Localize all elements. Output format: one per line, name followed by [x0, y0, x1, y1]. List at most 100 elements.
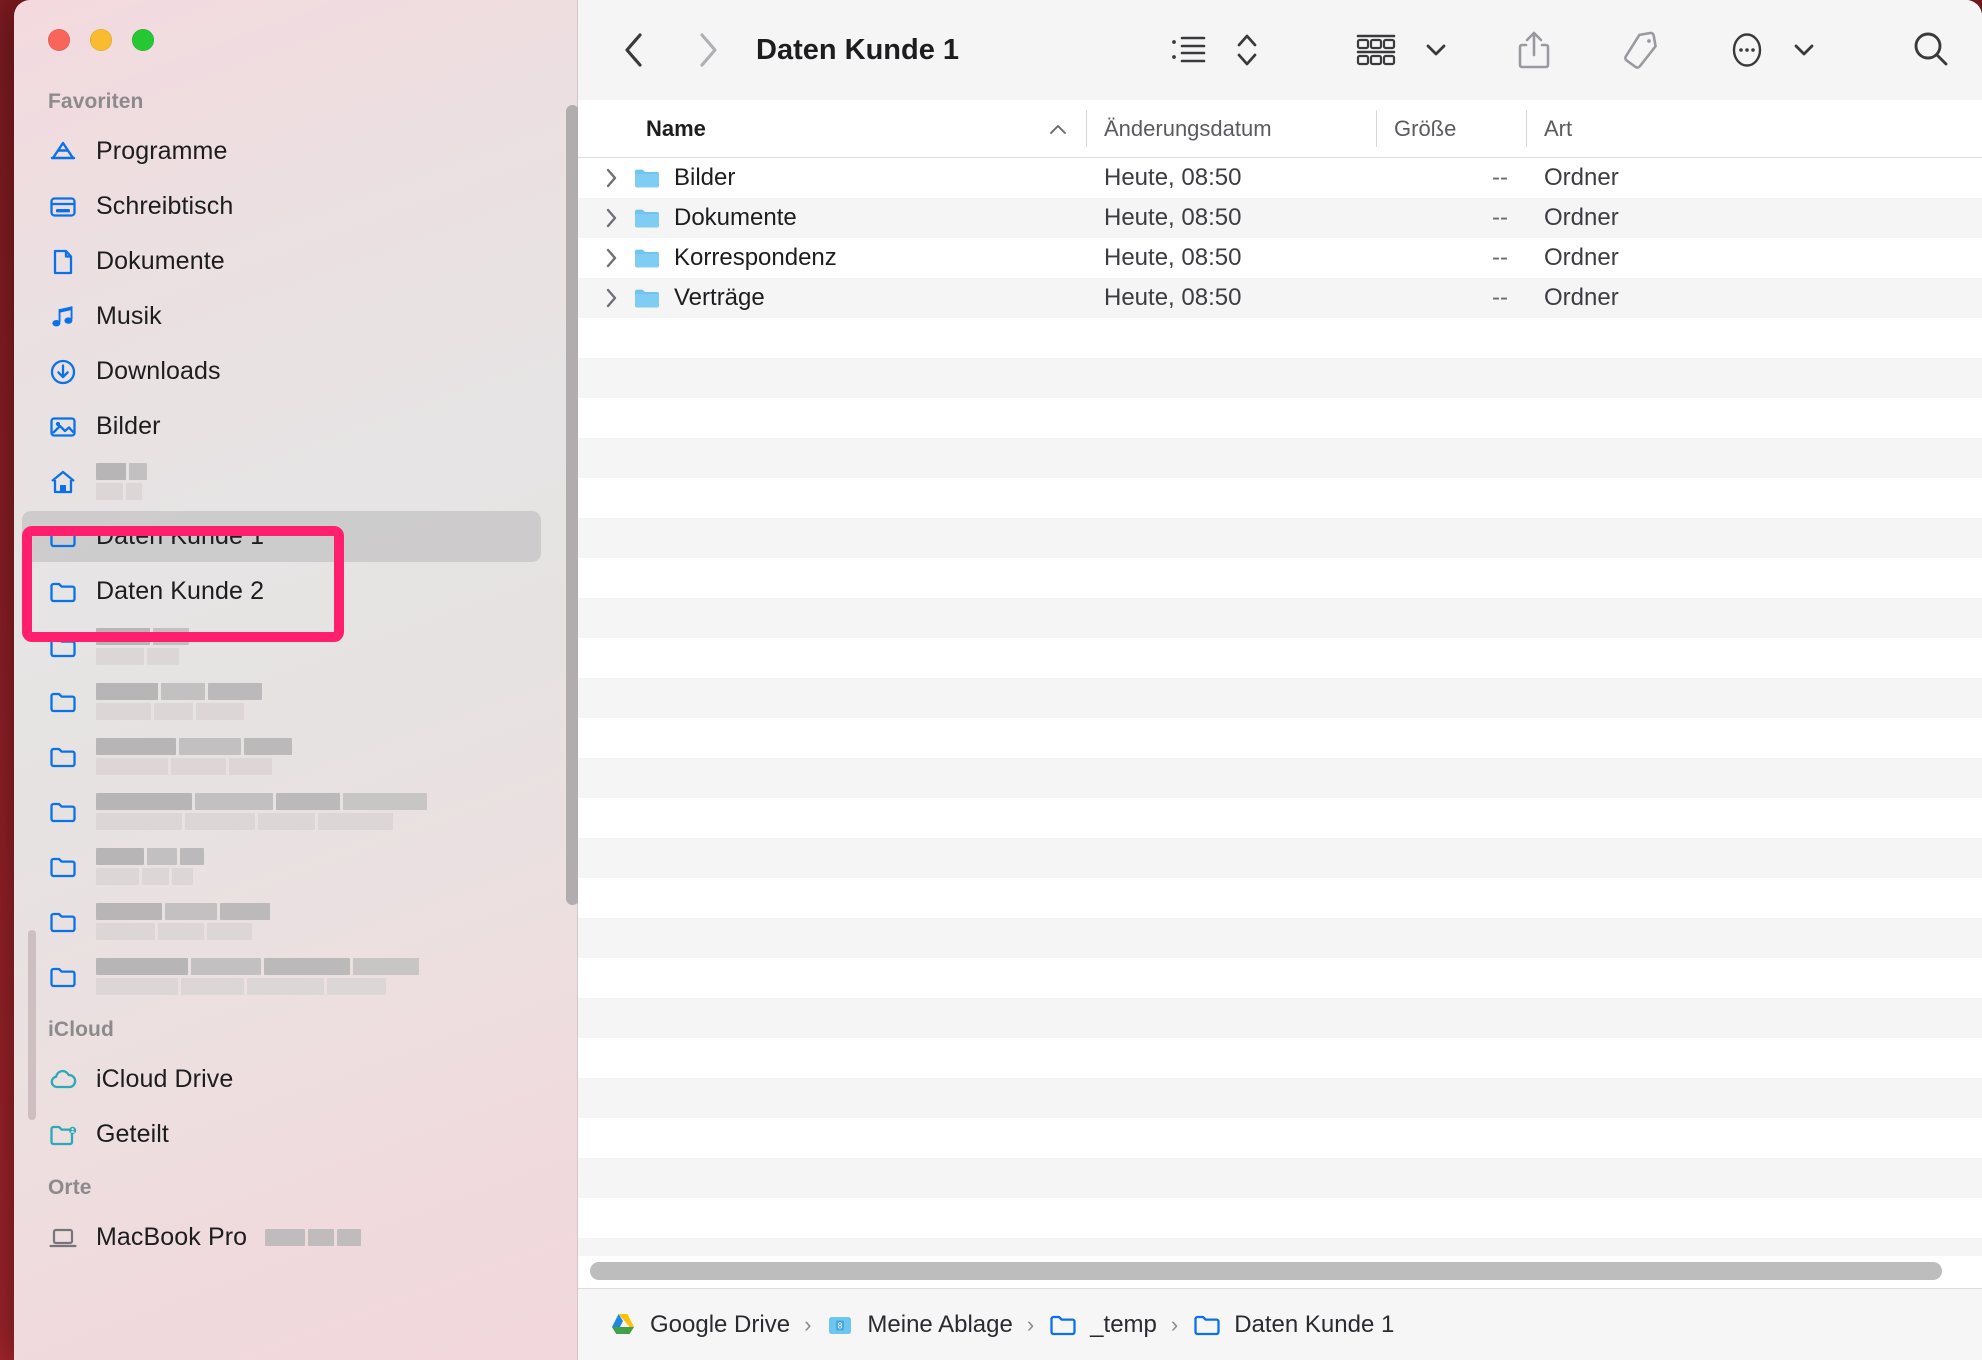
pictures-icon: [48, 412, 78, 442]
file-rows[interactable]: Bilder Heute, 08:50 -- Ordner Dokumente Heute…: [578, 158, 1982, 318]
breadcrumb-separator: ›: [1026, 1311, 1035, 1337]
folder-icon: [632, 163, 664, 193]
sidebar-item-icloud-drive[interactable]: iCloud Drive: [14, 1052, 577, 1107]
breadcrumb-item-meine-ablage[interactable]: 8 Meine Ablage: [825, 1310, 1013, 1340]
sidebar-item-daten-kunde-2[interactable]: Daten Kunde 2: [14, 564, 577, 619]
stripe-row: [578, 958, 1982, 998]
stripe-row: [578, 798, 1982, 838]
sidebar-item-label: Programme: [96, 137, 228, 165]
redacted-label: [96, 958, 419, 995]
column-header-kind[interactable]: Art: [1526, 100, 1982, 157]
zoom-button[interactable]: [132, 29, 154, 51]
sidebar-item-musik[interactable]: Musik: [14, 289, 577, 344]
more-actions-icon[interactable]: [1720, 21, 1774, 79]
sidebar-item-programme[interactable]: Programme: [14, 124, 577, 179]
file-list[interactable]: Bilder Heute, 08:50 -- Ordner Dokumente Heute…: [578, 158, 1982, 1360]
sidebar-item-macbook-pro[interactable]: MacBook Pro: [14, 1210, 577, 1265]
forward-button[interactable]: [682, 24, 734, 76]
breadcrumb-item-google-drive[interactable]: Google Drive: [608, 1310, 790, 1340]
sidebar-item-redacted-0-11[interactable]: [14, 729, 577, 784]
sidebar-item-redacted-0-13[interactable]: [14, 839, 577, 894]
folder-icon: [48, 687, 78, 717]
chevron-down-icon-group[interactable]: [1416, 21, 1456, 79]
breadcrumb-item-daten-kunde-1[interactable]: Daten Kunde 1: [1192, 1310, 1394, 1340]
table-row[interactable]: Verträge Heute, 08:50 -- Ordner: [578, 278, 1982, 318]
sidebar-item-dokumente[interactable]: Dokumente: [14, 234, 577, 289]
cell-date: Heute, 08:50: [1104, 244, 1242, 271]
sidebar-scrollbar-secondary[interactable]: [28, 930, 36, 1120]
sidebar-item-downloads[interactable]: Downloads: [14, 344, 577, 399]
cell-name[interactable]: Bilder: [578, 163, 1086, 193]
view-list-icon[interactable]: [1162, 21, 1222, 79]
window-traffic-lights[interactable]: [48, 29, 154, 51]
cell-size: --: [1492, 284, 1508, 311]
sidebar-item-label: Dokumente: [96, 247, 225, 275]
table-row[interactable]: Bilder Heute, 08:50 -- Ordner: [578, 158, 1982, 198]
file-name: Verträge: [674, 284, 765, 311]
sidebar-item-redacted-0-12[interactable]: [14, 784, 577, 839]
redacted-label: [96, 903, 270, 940]
stripe-row: [578, 718, 1982, 758]
file-name: Korrespondenz: [674, 244, 837, 271]
cell-kind: Ordner: [1544, 284, 1619, 311]
sidebar-item-redacted-0-14[interactable]: [14, 894, 577, 949]
breadcrumb-label: _temp: [1090, 1310, 1157, 1338]
cell-name[interactable]: Korrespondenz: [578, 243, 1086, 273]
sidebar-item-geteilt[interactable]: Geteilt: [14, 1107, 577, 1162]
group-view-icon[interactable]: [1346, 21, 1406, 79]
horizontal-scrollbar-thumb[interactable]: [590, 1262, 1943, 1280]
sidebar-item-label: Daten Kunde 2: [96, 577, 265, 605]
chevron-right-icon[interactable]: [600, 206, 622, 230]
sidebar-item-redacted-0-9[interactable]: [14, 619, 577, 674]
table-row[interactable]: Dokumente Heute, 08:50 -- Ordner: [578, 198, 1982, 238]
sidebar-scroll-area[interactable]: Favoriten Programme Schreibtisch Dokumente M…: [14, 76, 577, 1360]
redacted-suffix: [265, 1229, 362, 1246]
sort-updown-icon[interactable]: [1226, 21, 1268, 79]
cell-name[interactable]: Dokumente: [578, 203, 1086, 233]
sidebar-item-label: iCloud Drive: [96, 1065, 234, 1093]
svg-text:8: 8: [838, 1321, 843, 1330]
chevron-right-icon[interactable]: [600, 166, 622, 190]
horizontal-scrollbar[interactable]: [578, 1256, 1982, 1286]
sidebar-item-label: Daten Kunde 1: [96, 522, 265, 550]
column-header-size[interactable]: Größe: [1376, 100, 1526, 157]
path-breadcrumb-bar[interactable]: Google Drive › 8 Meine Ablage › _temp › Daten K…: [578, 1288, 1982, 1360]
breadcrumb-item-temp[interactable]: _temp: [1048, 1310, 1157, 1340]
back-button[interactable]: [608, 24, 660, 76]
sidebar-item-redacted-0-15[interactable]: [14, 949, 577, 1004]
chevron-down-icon-more[interactable]: [1784, 21, 1824, 79]
sidebar-item-bilder[interactable]: Bilder: [14, 399, 577, 454]
column-header-row[interactable]: Name Änderungsdatum Größe Art: [578, 100, 1982, 158]
sort-ascending-icon: [1048, 116, 1068, 142]
stripe-row: [578, 838, 1982, 878]
stripe-row: [578, 598, 1982, 638]
sidebar-item-label: Downloads: [96, 357, 221, 385]
stripe-row: [578, 558, 1982, 598]
sidebar-item-label: Geteilt: [96, 1120, 169, 1148]
chevron-right-icon[interactable]: [600, 286, 622, 310]
redacted-label: [96, 628, 189, 665]
documents-icon: [48, 247, 78, 277]
stripe-row: [578, 1198, 1982, 1238]
file-name: Bilder: [674, 164, 736, 191]
sidebar-item-redacted-0-10[interactable]: [14, 674, 577, 729]
chevron-right-icon[interactable]: [600, 246, 622, 270]
cell-kind: Ordner: [1544, 244, 1619, 271]
sidebar-item-label: Bilder: [96, 412, 161, 440]
tag-icon[interactable]: [1612, 21, 1668, 79]
file-name: Dokumente: [674, 204, 797, 231]
sidebar-item-schreibtisch[interactable]: Schreibtisch: [14, 179, 577, 234]
cell-name[interactable]: Verträge: [578, 283, 1086, 313]
sidebar-item-redacted-0-6[interactable]: [14, 454, 577, 509]
folder-icon: [48, 797, 78, 827]
column-header-name[interactable]: Name: [578, 100, 1086, 157]
close-button[interactable]: [48, 29, 70, 51]
table-row[interactable]: Korrespondenz Heute, 08:50 -- Ordner: [578, 238, 1982, 278]
share-icon[interactable]: [1508, 21, 1560, 79]
search-icon[interactable]: [1902, 21, 1956, 79]
column-header-date[interactable]: Änderungsdatum: [1086, 100, 1376, 157]
sidebar-item-daten-kunde-1[interactable]: Daten Kunde 1: [14, 509, 577, 564]
minimize-button[interactable]: [90, 29, 112, 51]
zebra-stripes: [578, 158, 1982, 1360]
window-title: Daten Kunde 1: [756, 33, 960, 66]
